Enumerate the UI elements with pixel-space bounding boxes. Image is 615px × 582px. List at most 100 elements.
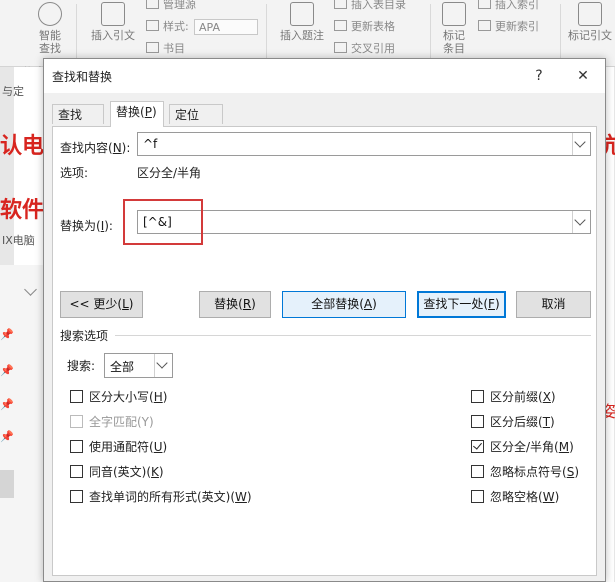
insert-table-of-figures-label: 插入表目录 xyxy=(351,0,406,11)
use-wildcards-checkbox[interactable]: 使用通配符(U) xyxy=(70,438,167,455)
highlight-annotation xyxy=(123,199,203,245)
insert-caption-label: 插入题注 xyxy=(280,29,324,42)
tab-replace[interactable]: 替换(P) xyxy=(110,101,164,127)
bibliography-label: 书目 xyxy=(163,42,185,55)
manage-sources-icon xyxy=(146,0,159,9)
cancel-button[interactable]: 取消 xyxy=(516,291,591,318)
search-direction-label: 搜索: xyxy=(67,359,96,373)
match-case-checkbox[interactable]: 区分大小写(H) xyxy=(70,388,167,405)
search-direction-value: 全部 xyxy=(110,360,135,374)
options-label: 选项: xyxy=(60,166,89,180)
insert-index-button[interactable]: 插入索引 xyxy=(478,0,539,12)
scroll-marker xyxy=(0,470,14,498)
pin-icon[interactable]: 📌 xyxy=(0,364,14,377)
cross-reference-icon xyxy=(334,42,347,53)
find-what-value: ^f xyxy=(143,137,158,151)
insert-citation-label: 插入引文 xyxy=(91,29,135,42)
pin-icon[interactable]: 📌 xyxy=(0,430,14,443)
mark-citation-button[interactable]: 标记引文 xyxy=(566,2,614,42)
sounds-like-checkbox[interactable]: 同音(英文)(K) xyxy=(70,463,164,480)
update-index-label: 更新索引 xyxy=(495,20,539,33)
ribbon-separator xyxy=(266,4,267,60)
insert-index-icon xyxy=(478,0,491,9)
checkbox-box[interactable] xyxy=(70,440,83,453)
smart-lookup-label: 智能 查找 xyxy=(39,29,61,55)
find-next-button[interactable]: 查找下一处(F) xyxy=(417,291,506,318)
mark-entry-label: 标记 条目 xyxy=(443,29,465,55)
ignore-spaces-checkbox[interactable]: 忽略空格(W) xyxy=(471,488,559,505)
checkbox-box[interactable] xyxy=(471,465,484,478)
tab-find[interactable]: 查找(D) xyxy=(52,104,104,142)
insert-caption-button[interactable]: 插入题注 xyxy=(276,2,328,42)
checkbox-box[interactable] xyxy=(471,415,484,428)
bibliography-icon xyxy=(146,42,159,53)
tab-goto[interactable]: 定位(G) xyxy=(169,104,223,142)
checkbox-box[interactable] xyxy=(70,390,83,403)
mark-entry-button[interactable]: 标记 条目 xyxy=(436,2,472,55)
style-label-row: 样式: xyxy=(146,20,189,34)
match-width-checkbox[interactable]: 区分全/半角(M) xyxy=(471,438,574,455)
checkbox-box[interactable] xyxy=(471,440,484,453)
checkbox-box[interactable] xyxy=(70,490,83,503)
less-button[interactable]: << 更少(L) xyxy=(60,291,143,318)
smart-lookup-button[interactable]: 智能 查找 xyxy=(34,2,66,55)
options-value: 区分全/半角 xyxy=(137,166,202,180)
search-direction-dropdown[interactable] xyxy=(154,354,172,377)
find-what-label: 查找内容(N): xyxy=(60,141,131,155)
chevron-down-icon xyxy=(574,214,586,226)
doc-red-text: 软件 xyxy=(0,198,45,223)
dialog-title: 查找和替换 xyxy=(52,70,113,84)
insert-citation-button[interactable]: 插入引文 xyxy=(86,2,140,42)
pin-icon[interactable]: 📌 xyxy=(0,398,14,411)
style-label: 样式: xyxy=(163,20,189,33)
replace-dropdown-button[interactable] xyxy=(572,211,590,233)
update-table-button[interactable]: 更新表格 xyxy=(334,20,395,34)
close-button[interactable]: ✕ xyxy=(568,65,598,87)
tab-label-suffix: ) xyxy=(151,105,157,119)
match-suffix-checkbox[interactable]: 区分后缀(T) xyxy=(471,413,555,430)
search-options-title: 搜索选项 xyxy=(60,329,109,343)
mark-citation-label: 标记引文 xyxy=(568,29,612,42)
replace-button[interactable]: 替换(R) xyxy=(199,291,271,318)
navigation-strip xyxy=(0,265,45,582)
insert-index-label: 插入索引 xyxy=(495,0,539,11)
bibliography-button[interactable]: 书目 xyxy=(146,42,185,56)
manage-sources-label: 管理源 xyxy=(163,0,196,11)
find-dropdown-button[interactable] xyxy=(572,133,590,155)
insert-caption-icon xyxy=(290,2,314,26)
checkbox-box[interactable] xyxy=(70,415,83,428)
replace-with-input[interactable]: [^&] xyxy=(137,210,591,234)
checkbox-box[interactable] xyxy=(471,390,484,403)
smart-lookup-icon xyxy=(38,2,62,26)
all-word-forms-checkbox[interactable]: 查找单词的所有形式(英文)(W) xyxy=(70,488,252,505)
whole-word-checkbox[interactable]: 全字匹配(Y) xyxy=(70,413,154,430)
tab-label: 替换( xyxy=(116,105,145,119)
checkbox-box[interactable] xyxy=(471,490,484,503)
ribbon-separator xyxy=(430,4,431,60)
replace-all-button[interactable]: 全部替换(A) xyxy=(282,291,406,318)
update-table-icon xyxy=(334,20,347,31)
ribbon-separator xyxy=(560,4,561,60)
find-what-input[interactable]: ^f xyxy=(137,132,591,156)
chevron-down-icon xyxy=(574,136,586,148)
help-button[interactable]: ? xyxy=(524,65,554,87)
style-combo[interactable]: APA xyxy=(194,19,258,35)
search-direction-select[interactable]: 全部 xyxy=(104,353,173,378)
checkbox-box[interactable] xyxy=(70,465,83,478)
cross-reference-button[interactable]: 交叉引用 xyxy=(334,42,395,56)
ignore-punctuation-checkbox[interactable]: 忽略标点符号(S) xyxy=(471,463,579,480)
update-table-label: 更新表格 xyxy=(351,20,395,33)
section-divider xyxy=(115,335,591,336)
mark-citation-icon xyxy=(578,2,602,26)
pin-icon[interactable]: 📌 xyxy=(0,328,14,341)
insert-citation-icon xyxy=(101,2,125,26)
update-index-button[interactable]: 更新索引 xyxy=(478,20,539,34)
style-icon xyxy=(146,20,159,31)
insert-table-of-figures-button[interactable]: 插入表目录 xyxy=(334,0,406,12)
doc-fragment: 与定 xyxy=(2,85,24,98)
doc-fragment: IX电脑 xyxy=(2,234,35,247)
match-prefix-checkbox[interactable]: 区分前缀(X) xyxy=(471,388,556,405)
doc-red-text: 认电 xyxy=(0,134,45,159)
manage-sources-button[interactable]: 管理源 xyxy=(146,0,196,12)
update-index-icon xyxy=(478,20,491,31)
